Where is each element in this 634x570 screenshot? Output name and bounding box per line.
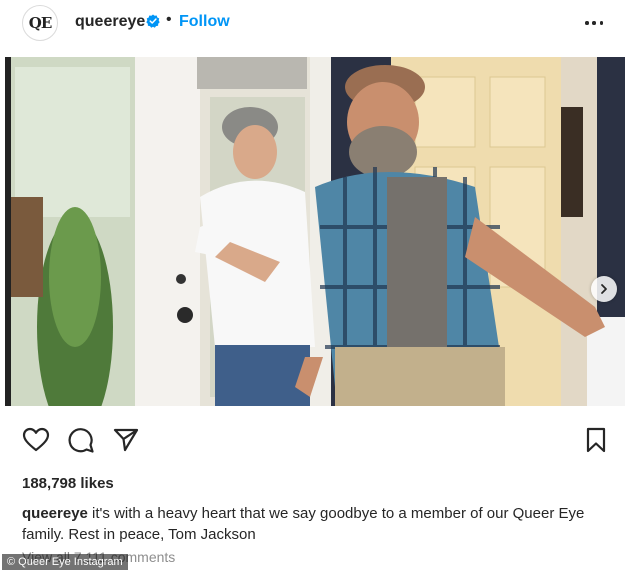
beard-person2 xyxy=(349,126,417,178)
heart-icon[interactable] xyxy=(22,426,50,454)
door-knob xyxy=(176,274,186,284)
post-actions xyxy=(0,426,634,458)
door-handle xyxy=(177,307,193,323)
more-dot xyxy=(599,21,603,25)
caption-text: it's with a heavy heart that we say good… xyxy=(22,505,585,543)
likes-count[interactable]: 188,798 likes xyxy=(22,475,114,492)
pants-person2 xyxy=(335,347,505,406)
account-username[interactable]: queereye xyxy=(75,13,145,31)
sky xyxy=(15,67,130,217)
window-blind xyxy=(197,57,307,89)
face-person1 xyxy=(233,125,277,179)
chevron-right-icon xyxy=(601,284,607,294)
door-frame xyxy=(135,57,205,406)
tshirt-person2 xyxy=(387,177,447,347)
photo-illustration xyxy=(5,57,625,406)
caption-username[interactable]: queereye xyxy=(22,505,88,522)
account-avatar[interactable]: QE xyxy=(22,5,58,41)
more-dot xyxy=(592,21,596,25)
post-photo[interactable] xyxy=(5,57,625,406)
paper-plane-icon[interactable] xyxy=(112,426,140,454)
more-dot xyxy=(585,21,589,25)
wall-frame xyxy=(561,107,583,217)
comment-bubble-icon[interactable] xyxy=(67,426,95,454)
follow-button[interactable]: Follow xyxy=(179,13,230,31)
door-panel xyxy=(489,76,546,148)
header-separator: • xyxy=(166,11,172,28)
avatar-logo-text: QE xyxy=(28,13,52,32)
shrub-highlight xyxy=(49,207,101,347)
jeans-person1 xyxy=(215,345,310,406)
more-options-icon[interactable] xyxy=(583,12,605,34)
verified-badge-icon xyxy=(146,14,160,28)
left-edge xyxy=(5,57,11,406)
post-header: QE queereye • Follow xyxy=(0,0,634,48)
next-photo-button[interactable] xyxy=(591,276,617,302)
post-caption: queereye it's with a heavy heart that we… xyxy=(22,503,602,545)
bookmark-icon[interactable] xyxy=(582,426,610,454)
photo-credit: © Queer Eye Instagram xyxy=(2,554,128,570)
